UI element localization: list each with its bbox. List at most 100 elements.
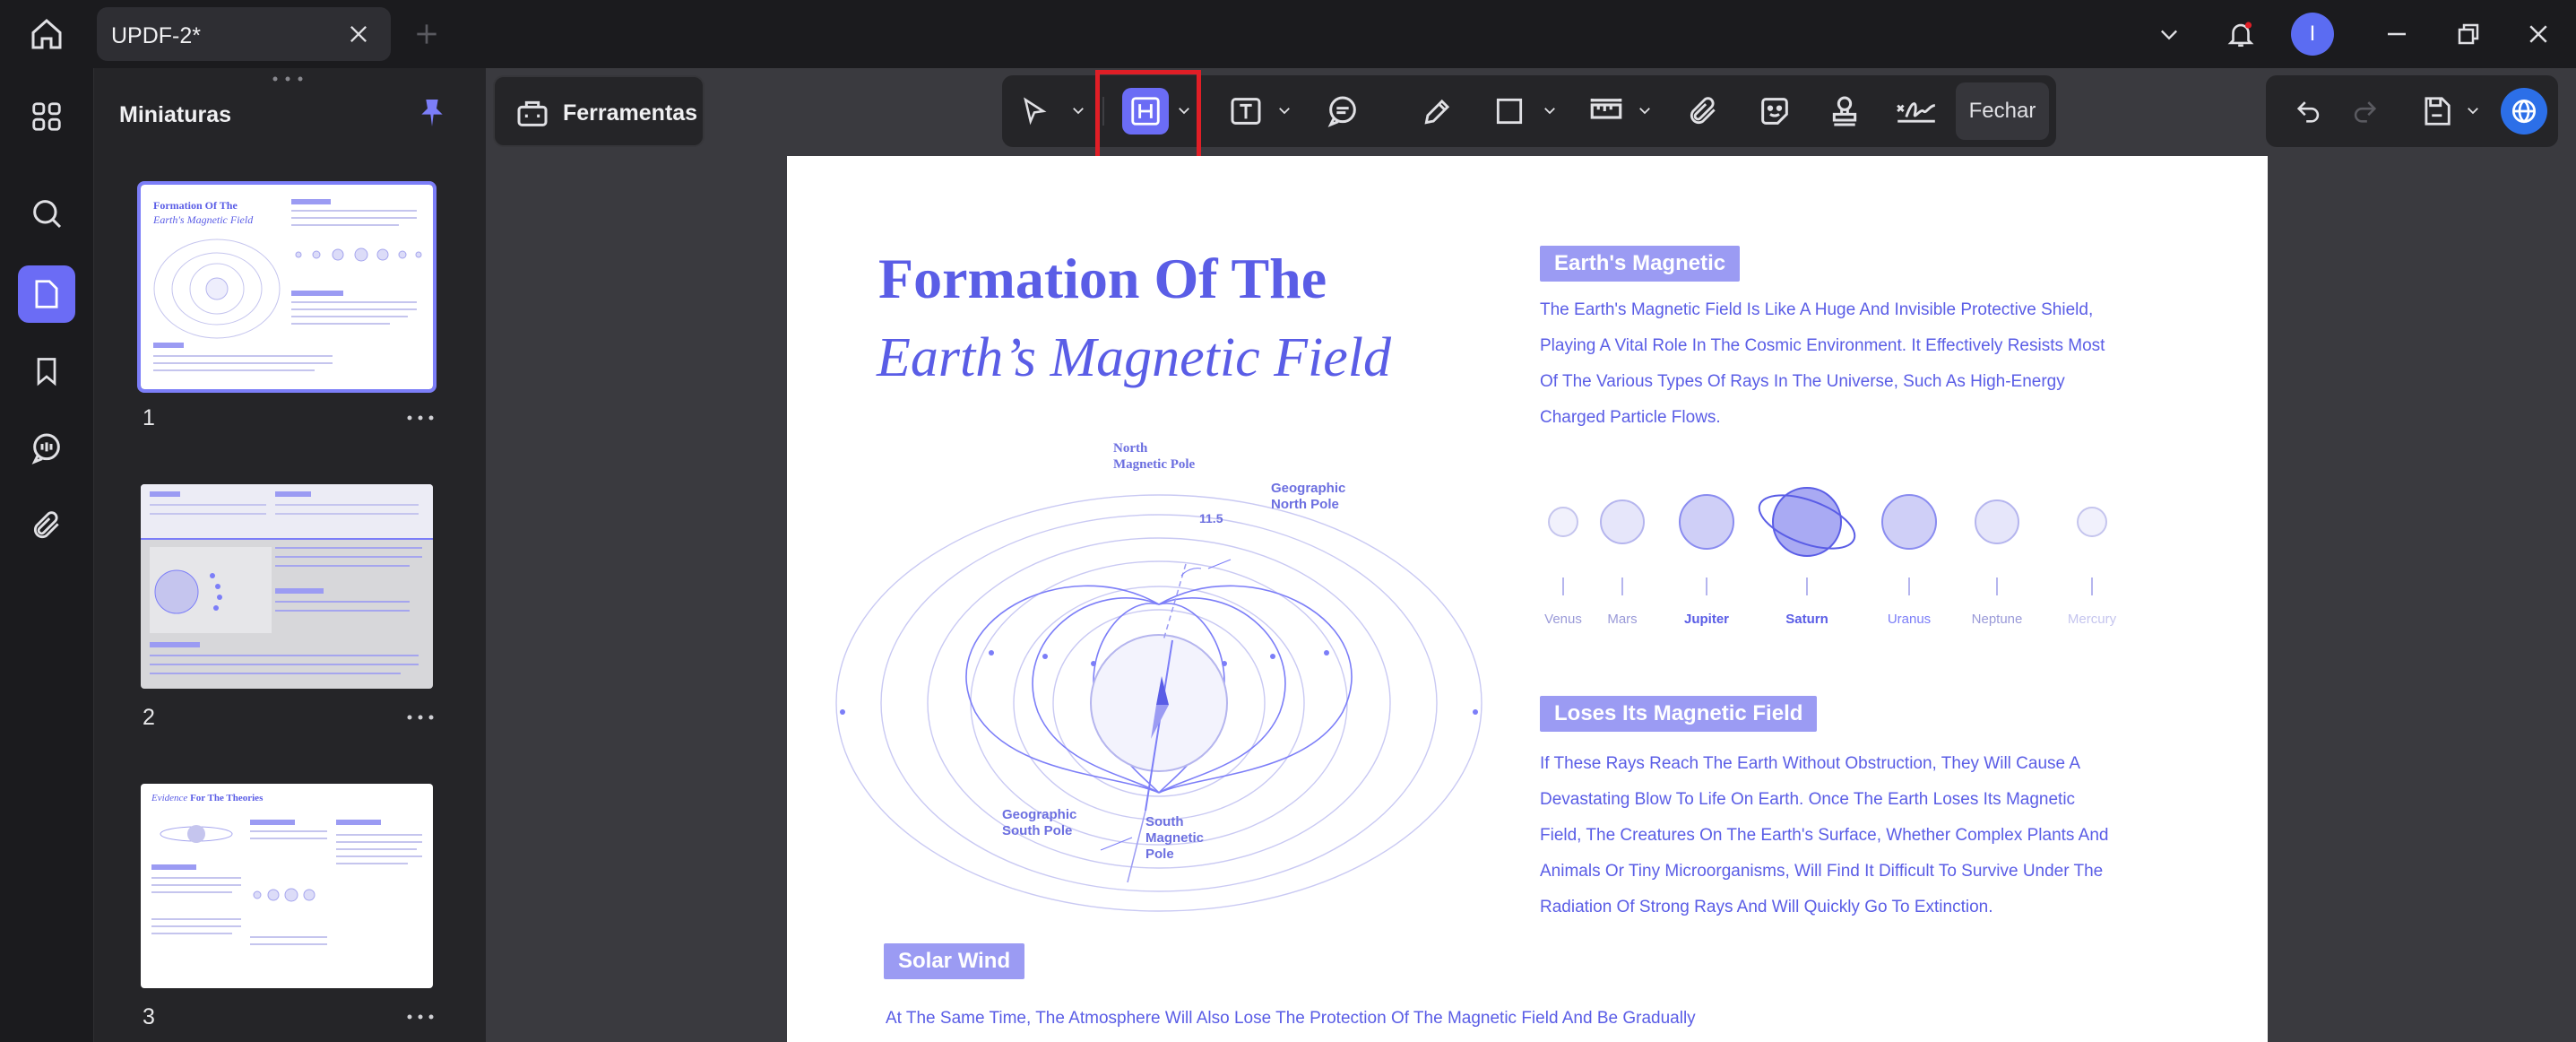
paragraph-line: Field, The Creatures On The Earth's Surf…: [1540, 826, 2109, 845]
drag-handle-icon[interactable]: [270, 75, 306, 82]
tab-title: UPDF-2*: [111, 23, 202, 48]
comment-icon: [1327, 96, 1356, 127]
section-heading: Loses Its Magnetic Field: [1540, 696, 1818, 732]
redo-button[interactable]: [2341, 88, 2388, 135]
thumb-planets: [253, 888, 316, 902]
more-options-icon[interactable]: [404, 409, 437, 427]
minimize-button[interactable]: [2379, 16, 2415, 52]
paragraph-line: Of The Various Types Of Rays In The Univ…: [1540, 372, 2065, 391]
comment-icon: [31, 433, 60, 465]
toolbox-icon: [517, 100, 548, 126]
planet-label: Jupiter: [1683, 612, 1729, 627]
restore-icon: [2458, 23, 2479, 45]
add-tab-icon[interactable]: [412, 20, 441, 48]
page-number: 2: [143, 705, 155, 730]
geo-south-label-1: Geographic: [1002, 807, 1077, 822]
minimize-icon: [2388, 32, 2406, 36]
paragraph-line: Animals Or Tiny Microorganisms, Will Fin…: [1540, 862, 2104, 881]
sticker-icon: [1761, 98, 1788, 125]
signature-tool[interactable]: [1893, 88, 1940, 135]
planet-label: Saturn: [1785, 612, 1828, 627]
thumb-diagram: [153, 239, 281, 339]
text-box-icon: [1231, 98, 1261, 125]
attachments-button[interactable]: [18, 497, 75, 554]
undo-button[interactable]: [2286, 88, 2332, 135]
undo-icon: [2296, 101, 2320, 123]
chevron-down-icon[interactable]: [2465, 102, 2481, 118]
attach-tool[interactable]: [1680, 88, 1726, 135]
planet-label: Uranus: [1887, 612, 1932, 627]
restore-button[interactable]: [2451, 16, 2486, 52]
pin-icon[interactable]: [414, 95, 450, 131]
stamp-tool[interactable]: [1821, 88, 1868, 135]
grid-icon: [32, 102, 61, 131]
close-edit-button[interactable]: Fechar: [1956, 82, 2049, 140]
close-icon[interactable]: [346, 22, 371, 47]
chevron-down-icon[interactable]: [1637, 102, 1653, 118]
redo-icon: [2354, 101, 2377, 123]
comment-tool[interactable]: [1319, 88, 1366, 135]
thumb-planet-ring: [160, 825, 233, 843]
more-options-icon[interactable]: [404, 708, 437, 726]
tools-button[interactable]: Ferramentas: [493, 75, 705, 147]
south-magnetic-label-3: Pole: [1145, 847, 1174, 862]
south-magnetic-label-1: South: [1145, 814, 1184, 829]
tools-label: Ferramentas: [563, 100, 698, 126]
section-heading: Solar Wind: [884, 943, 1025, 979]
sticker-tool[interactable]: [1751, 88, 1798, 135]
text-box-tool[interactable]: [1223, 88, 1269, 135]
thumbnails-button[interactable]: [18, 265, 75, 323]
planet-label: Neptune: [1971, 612, 2023, 627]
paragraph-line: If These Rays Reach The Earth Without Ob…: [1540, 754, 2080, 773]
measure-tool[interactable]: [1583, 88, 1629, 135]
planet-label: Mars: [1607, 612, 1638, 627]
south-magnetic-label-2: Magnetic: [1145, 830, 1205, 846]
save-button[interactable]: [2413, 88, 2459, 135]
geo-north-label-1: Geographic: [1271, 481, 1346, 496]
left-rail: [0, 68, 93, 1042]
chevron-down-icon[interactable]: [1070, 102, 1086, 118]
save-icon: [2425, 97, 2451, 126]
paragraph-line: Devastating Blow To Life On Earth. Once …: [1540, 790, 2076, 809]
chevron-down-icon[interactable]: [1276, 102, 1292, 118]
paragraph-line: Charged Particle Flows.: [1540, 408, 1721, 427]
page-icon: [35, 280, 58, 308]
organize-pages-button[interactable]: [18, 88, 75, 145]
page-thumbnail-3[interactable]: Evidence For The Theories: [141, 784, 433, 988]
comments-button[interactable]: [18, 420, 75, 477]
bell-icon: [2227, 22, 2254, 48]
page-thumbnail-2[interactable]: [141, 484, 433, 689]
search-button[interactable]: [18, 185, 75, 242]
panel-title: Miniaturas: [119, 102, 232, 127]
right-toolbar: [2266, 75, 2558, 147]
dropdown-button[interactable]: [2151, 16, 2187, 52]
paperclip-icon: [33, 511, 59, 539]
window-close-button[interactable]: [2520, 16, 2556, 52]
document-tab[interactable]: UPDF-2*: [97, 7, 391, 61]
thumb-planets: [295, 247, 422, 262]
page-number: 1: [143, 405, 155, 430]
avatar[interactable]: I: [2291, 13, 2334, 56]
chevron-down-icon[interactable]: [1542, 102, 1558, 118]
bookmarks-button[interactable]: [18, 343, 75, 400]
geo-north-label-2: North Pole: [1271, 497, 1339, 512]
ai-assistant-button[interactable]: [2501, 88, 2547, 135]
page-thumbnail-1[interactable]: Formation Of The Earth's Magnetic Field: [137, 181, 437, 393]
north-magnetic-label-2: Magnetic Pole: [1113, 457, 1196, 472]
notifications-button[interactable]: [2223, 16, 2259, 52]
home-button[interactable]: [22, 13, 72, 56]
ai-assistant-icon: [2512, 100, 2536, 124]
planet-label: Mercury: [2067, 612, 2117, 627]
paragraph-line: The Earth's Magnetic Field Is Like A Hug…: [1540, 300, 2094, 319]
more-options-icon[interactable]: [404, 1008, 437, 1026]
select-tool[interactable]: [1011, 88, 1058, 135]
pencil-tool[interactable]: [1414, 88, 1461, 135]
rectangle-tool[interactable]: [1486, 88, 1533, 135]
thumb-heading: Formation Of The: [153, 199, 238, 212]
document-subtitle: Earth’s Magnetic Field: [877, 327, 1391, 388]
title-bar: UPDF-2* I: [0, 0, 2576, 68]
close-icon: [2529, 25, 2547, 43]
thumb-subheading: Earth's Magnetic Field: [153, 213, 254, 226]
pencil-icon: [1424, 99, 1450, 125]
thumb-earth: [154, 569, 222, 614]
